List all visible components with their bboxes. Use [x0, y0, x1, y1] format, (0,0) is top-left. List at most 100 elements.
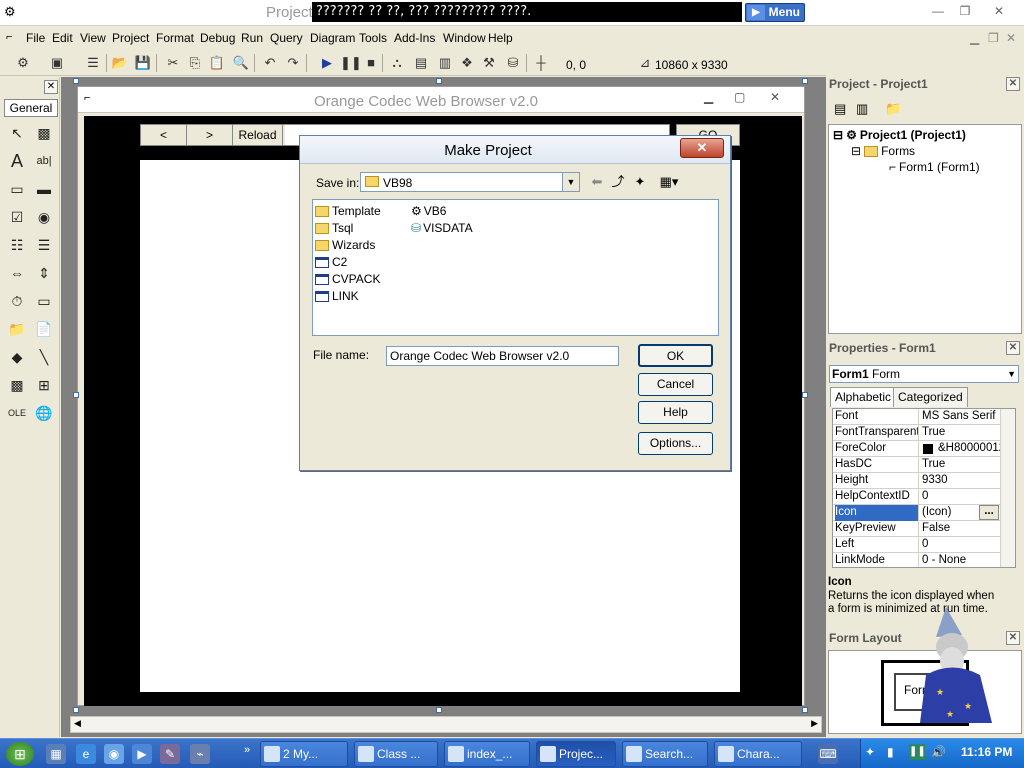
project-tree[interactable]: ⊟ ⚙ Project1 (Project1) ⊟ Forms ⌐ Form1 (For… [828, 124, 1022, 334]
add-form-icon[interactable]: ▣ [48, 54, 66, 72]
list-item[interactable]: Tsql [315, 220, 353, 236]
save-in-dropdown[interactable]: VB98 ▼ [360, 172, 580, 192]
tab-categorized[interactable]: Categorized [893, 387, 968, 407]
table-row[interactable]: FontTransparent True [833, 425, 1015, 441]
open-icon[interactable]: 📂 [111, 54, 129, 72]
menu-format[interactable]: Format [156, 31, 194, 45]
taskbar-button-5[interactable]: Search... [622, 741, 708, 767]
table-row[interactable]: Left 0 [833, 537, 1015, 553]
tray-wizard-icon[interactable]: ✦ [865, 745, 875, 759]
timer-tool-icon[interactable]: ⏱ [6, 290, 28, 312]
picturebox-tool-icon[interactable]: ▩ [33, 122, 55, 144]
options-button[interactable]: Options... [638, 432, 713, 455]
tray-app-icon[interactable]: ▮ [887, 745, 894, 759]
menu-window[interactable]: Window [443, 31, 486, 45]
chevron-down-icon[interactable]: ▼ [562, 173, 579, 191]
properties-scrollbar[interactable] [1000, 409, 1015, 567]
resize-handle[interactable] [73, 392, 79, 398]
form-minimize-button[interactable]: ▁ [704, 90, 713, 104]
menu-editor-icon[interactable]: ☰ [84, 54, 102, 72]
menu-help[interactable]: Help [488, 31, 513, 45]
table-row[interactable]: Font MS Sans Serif [833, 409, 1015, 425]
toolbox-icon[interactable]: ⚒ [480, 54, 498, 72]
properties-grid[interactable]: Font MS Sans Serif FontTransparent True Fo… [832, 408, 1016, 568]
project-panel-close-button[interactable]: ✕ [1006, 77, 1020, 91]
resize-handle[interactable] [436, 78, 442, 84]
filelist-tool-icon[interactable]: 📄 [33, 318, 55, 340]
restore-button[interactable]: ❐ [954, 2, 976, 20]
keyboard-icon[interactable]: ⌨ [818, 744, 838, 764]
quicklaunch-5-icon[interactable]: ✎ [160, 744, 180, 764]
form-layout-close-button[interactable]: ✕ [1006, 631, 1020, 645]
file-list[interactable]: Template Tsql Wizards C2 CVPACK LINK ⚙ VB… [312, 199, 719, 336]
mdi-close-button[interactable]: ✕ [1006, 31, 1016, 45]
pointer-tool-icon[interactable]: ↖ [6, 122, 28, 144]
list-item[interactable]: ⛁ VISDATA [411, 220, 473, 236]
label-tool-icon[interactable]: A [6, 150, 28, 172]
hscrollbar-tool-icon[interactable]: ⇔ [6, 262, 28, 284]
designer-hscrollbar[interactable]: ◀ ▶ [70, 716, 822, 733]
office-assistant-wizard[interactable]: ★ ★ ★ [916, 605, 996, 727]
menu-badge-button[interactable]: ▶ Menu [745, 3, 805, 22]
table-row[interactable]: ForeColor &H80000012 [833, 441, 1015, 457]
undo-icon[interactable]: ↶ [261, 54, 279, 72]
table-row[interactable]: Height 9330 [833, 473, 1015, 489]
ie-icon[interactable]: e [76, 744, 96, 764]
cancel-button[interactable]: Cancel [638, 373, 713, 396]
combobox-tool-icon[interactable]: ☷ [6, 234, 28, 256]
menu-debug[interactable]: Debug [200, 31, 235, 45]
form-restore-button[interactable]: ▢ [734, 90, 745, 104]
vscrollbar-tool-icon[interactable]: ⇕ [33, 262, 55, 284]
list-item[interactable]: CVPACK [315, 271, 380, 287]
view-code-icon[interactable]: ▤ [834, 101, 846, 117]
tree-node-forms[interactable]: ⊟ Forms [851, 144, 915, 158]
shape-tool-icon[interactable]: ◆ [6, 346, 28, 368]
back-button[interactable]: < [141, 125, 187, 145]
resize-handle[interactable] [436, 707, 442, 713]
tree-node-form1[interactable]: ⌐ Form1 (Form1) [889, 160, 980, 174]
table-row[interactable]: HelpContextID 0 [833, 489, 1015, 505]
textbox-tool-icon[interactable]: ab| [33, 150, 55, 172]
expand-icon[interactable]: ⊟ [851, 144, 861, 158]
menu-project[interactable]: Project [112, 31, 149, 45]
scroll-right-icon[interactable]: ▶ [811, 718, 818, 729]
commandbutton-tool-icon[interactable]: ▬ [33, 178, 55, 200]
add-project-icon[interactable]: ⚙ [14, 54, 32, 72]
table-row[interactable]: KeyPreview False [833, 521, 1015, 537]
expand-icon[interactable]: ⊟ [833, 128, 843, 142]
table-row[interactable]: Icon (Icon)... [833, 505, 1015, 521]
form-layout-icon[interactable]: ▥ [436, 54, 454, 72]
line-tool-icon[interactable]: ╲ [33, 346, 55, 368]
form-close-button[interactable]: ✕ [770, 90, 780, 104]
paste-icon[interactable]: 📋 [208, 54, 226, 72]
table-row[interactable]: HasDC True [833, 457, 1015, 473]
save-icon[interactable]: 💾 [134, 54, 152, 72]
mdi-minimize-button[interactable]: ▁ [970, 31, 979, 45]
taskbar-button-4[interactable]: Projec... [536, 741, 616, 767]
new-folder-icon[interactable]: ✦ [630, 174, 650, 190]
reload-button[interactable]: Reload [233, 125, 283, 145]
ole-tool-icon[interactable]: OLE [6, 402, 28, 424]
volume-icon[interactable]: 🔊 [931, 745, 946, 759]
start-button[interactable]: ⊞ [6, 742, 34, 766]
menu-edit[interactable]: Edit [52, 31, 73, 45]
data-view-icon[interactable]: ⛁ [504, 54, 522, 72]
resize-handle[interactable] [802, 707, 808, 713]
taskbar-button-6[interactable]: Chara... [714, 741, 802, 767]
resize-handle[interactable] [802, 392, 808, 398]
frame-tool-icon[interactable]: ▭ [6, 178, 28, 200]
cut-icon[interactable]: ✂ [164, 54, 182, 72]
mdi-restore-button[interactable]: ❐ [988, 31, 999, 45]
quicklaunch-1-icon[interactable]: ▦ [46, 744, 66, 764]
quicklaunch-3-icon[interactable]: ◉ [104, 744, 124, 764]
resize-handle[interactable] [802, 78, 808, 84]
redo-icon[interactable]: ↷ [284, 54, 302, 72]
chevron-right-icon[interactable]: » [244, 744, 250, 756]
list-item[interactable]: C2 [315, 254, 347, 270]
dirlist-tool-icon[interactable]: 📁 [6, 318, 28, 340]
menu-query[interactable]: Query [270, 31, 303, 45]
list-item[interactable]: Wizards [315, 237, 375, 253]
menu-diagram[interactable]: Diagram [310, 31, 355, 45]
drivelist-tool-icon[interactable]: ▭ [33, 290, 55, 312]
up-folder-icon[interactable]: ⤴ [608, 174, 628, 190]
